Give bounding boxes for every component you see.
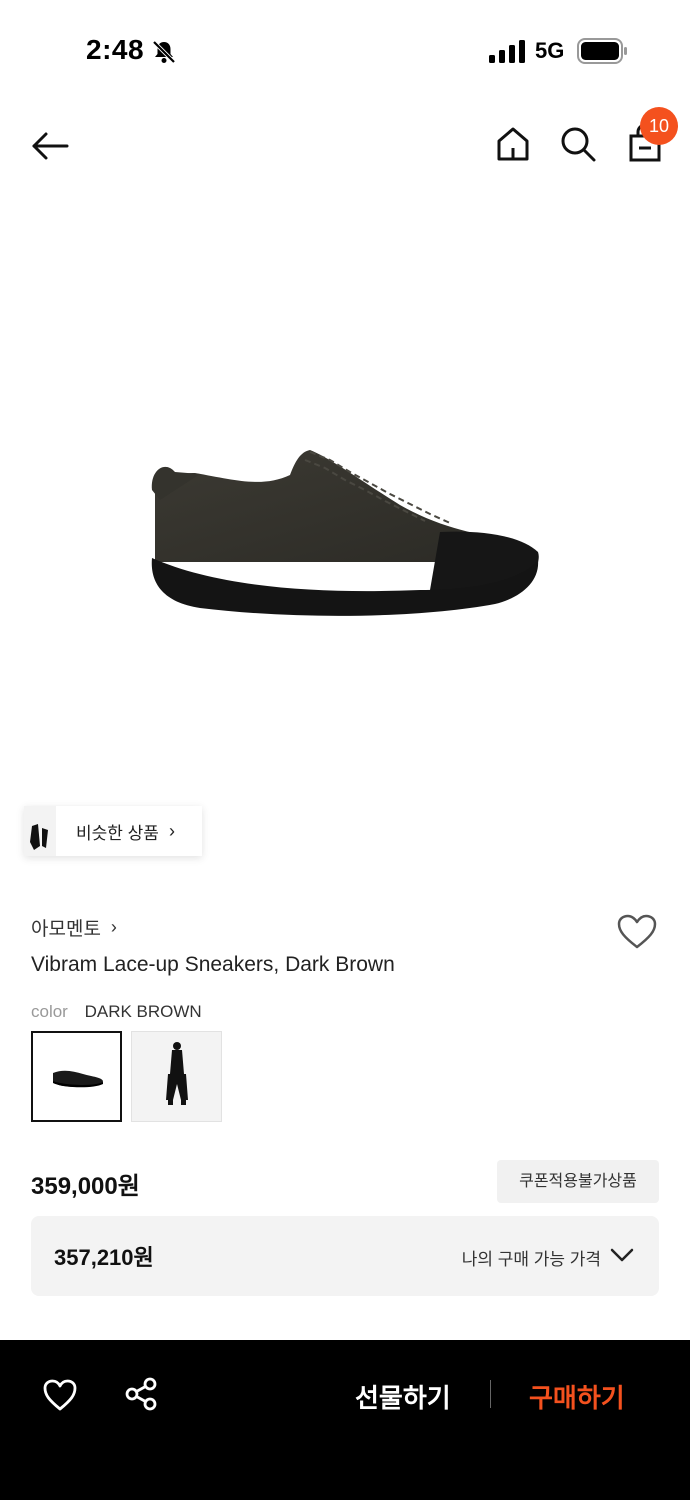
chevron-down-icon xyxy=(610,1248,634,1262)
brand-link[interactable]: 아모멘토 › xyxy=(31,914,117,941)
cart-count-badge: 10 xyxy=(640,107,678,145)
my-price-label: 나의 구매 가능 가격 xyxy=(461,1250,601,1269)
color-row: color DARK BROWN xyxy=(31,1002,202,1022)
similar-products-label: 비슷한 상품 xyxy=(76,823,159,843)
search-icon[interactable] xyxy=(558,124,598,164)
bell-muted-icon xyxy=(152,40,176,64)
chevron-right-icon: › xyxy=(168,820,175,841)
color-swatch-outfit[interactable] xyxy=(131,1031,222,1122)
divider xyxy=(490,1380,491,1408)
color-swatch-shoe[interactable] xyxy=(31,1031,122,1122)
network-label: 5G xyxy=(535,38,565,63)
buy-button[interactable]: 구매하기 xyxy=(529,1378,625,1415)
coupon-unavailable-badge: 쿠폰적용불가상품 xyxy=(497,1160,659,1203)
bottom-action-bar: 선물하기 구매하기 xyxy=(0,1340,690,1500)
home-icon[interactable] xyxy=(494,124,532,164)
similar-thumbnail xyxy=(24,806,56,856)
top-nav xyxy=(0,100,690,190)
chevron-right-icon: › xyxy=(110,917,117,937)
battery-icon xyxy=(577,38,627,64)
heart-icon[interactable] xyxy=(42,1378,78,1412)
brand-name: 아모멘토 xyxy=(31,919,101,940)
signal-icon xyxy=(489,40,525,63)
my-price-dropdown[interactable]: 357,210원 나의 구매 가능 가격 xyxy=(31,1216,659,1296)
product-image[interactable] xyxy=(0,190,690,790)
share-icon[interactable] xyxy=(123,1376,159,1412)
gift-button[interactable]: 선물하기 xyxy=(355,1378,451,1415)
status-time: 2:48 xyxy=(86,34,145,65)
my-price-value: 357,210원 xyxy=(54,1245,154,1270)
color-label: color xyxy=(31,1002,68,1021)
color-value: DARK BROWN xyxy=(84,1002,202,1021)
back-arrow-icon[interactable] xyxy=(28,126,72,166)
price: 359,000원 xyxy=(31,1173,140,1200)
similar-products-button[interactable]: 비슷한 상품 › xyxy=(24,806,202,856)
product-title: Vibram Lace-up Sneakers, Dark Brown xyxy=(31,953,395,976)
status-bar: 2:48 5G xyxy=(0,0,690,100)
heart-icon[interactable] xyxy=(616,913,658,951)
